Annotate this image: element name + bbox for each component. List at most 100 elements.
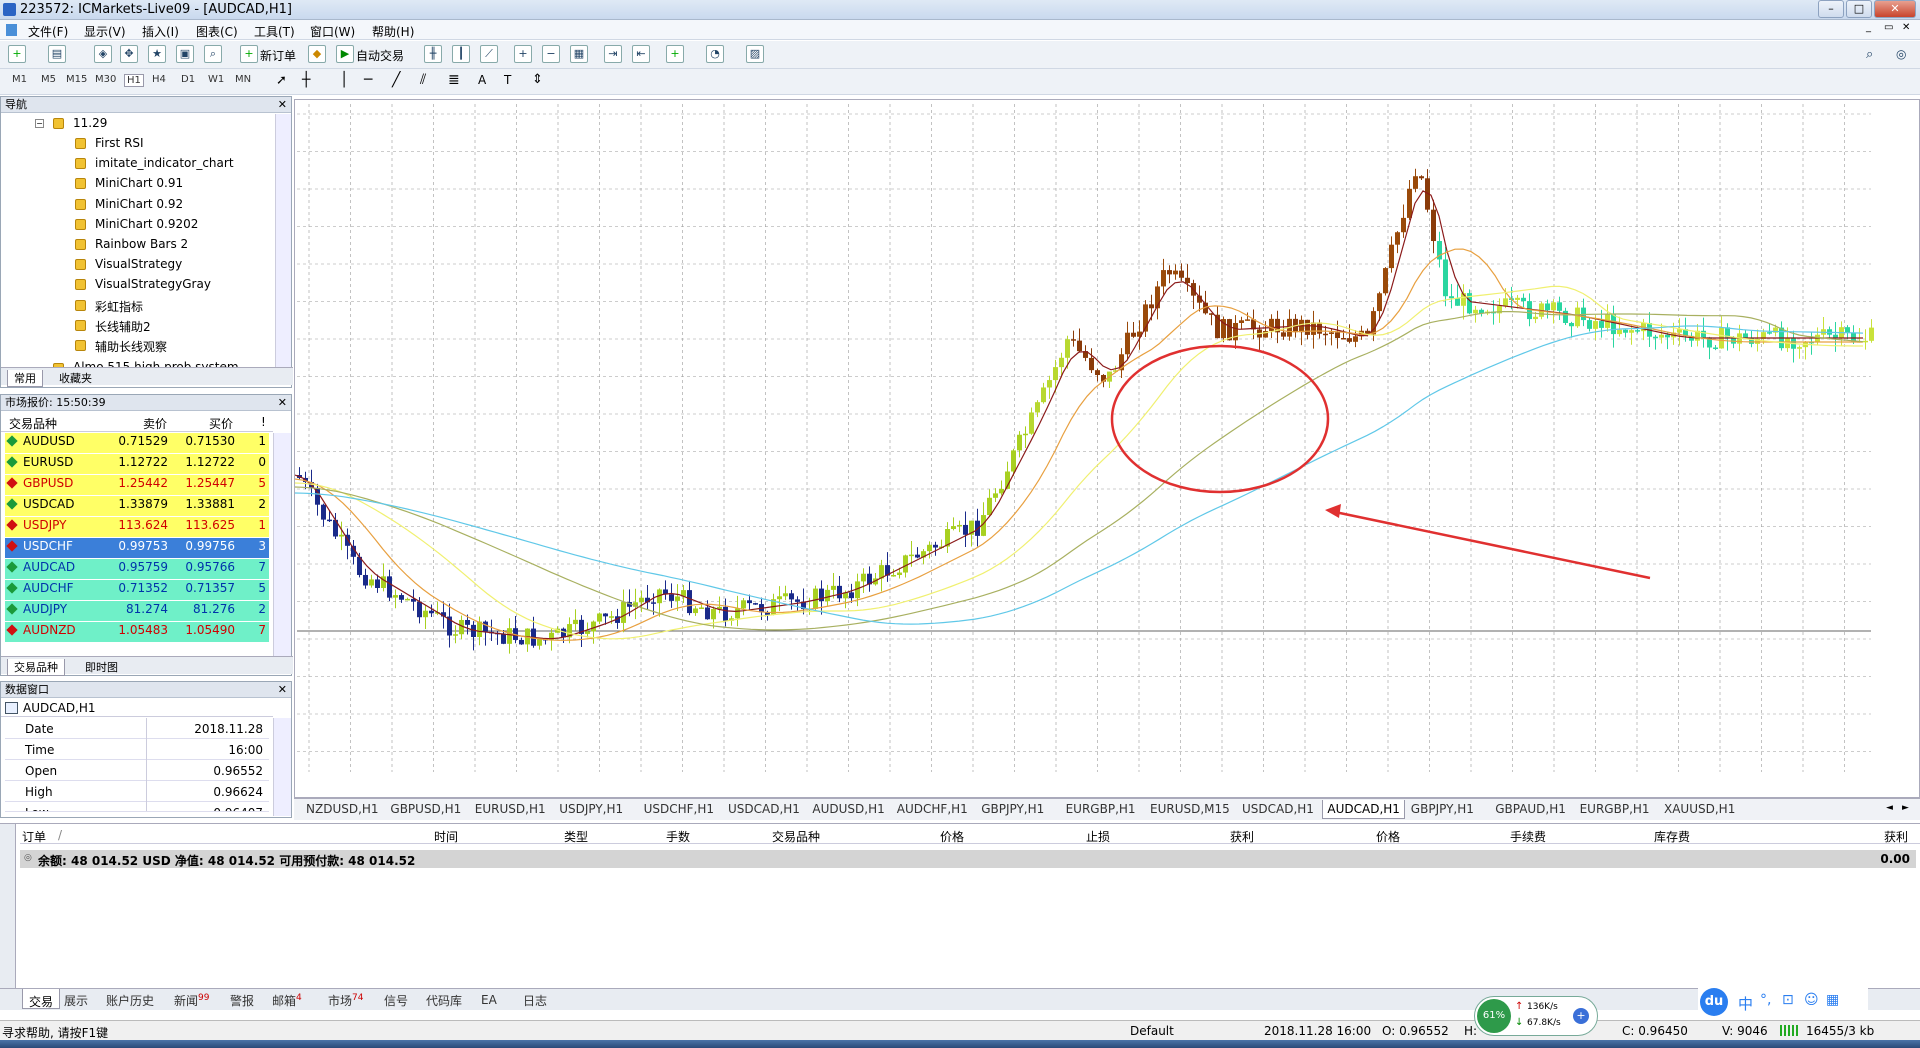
chart-tab[interactable]: USDJPY,H1 <box>555 802 627 816</box>
chart-shift-icon[interactable]: ⇤ <box>632 45 650 63</box>
terminal-tab[interactable]: 新闻99 <box>174 992 209 1009</box>
tf-m5[interactable]: M5 <box>41 74 56 85</box>
menu-window[interactable]: 窗口(W) <box>310 23 355 40</box>
chart-tab[interactable]: EURGBP,H1 <box>1576 802 1654 816</box>
tf-h1[interactable]: H1 <box>124 74 144 87</box>
cursor-icon[interactable]: ➚ <box>276 73 287 88</box>
text-icon[interactable]: A <box>478 73 486 87</box>
terminal-tab[interactable]: 代码库 <box>426 992 462 1009</box>
close-icon[interactable]: ✕ <box>278 682 287 698</box>
chart-tab[interactable]: AUDCAD,H1 <box>1322 800 1405 819</box>
signal-icon[interactable]: ◎ <box>1896 47 1906 61</box>
market-row[interactable]: AUDCHF 0.71352 0.71357 5 <box>5 580 269 600</box>
trendline-icon[interactable]: ╱ <box>392 72 400 88</box>
menu-insert[interactable]: 插入(I) <box>142 23 179 40</box>
tab-scroll-left-icon[interactable]: ◄ <box>1886 803 1893 813</box>
col-symbol[interactable]: 交易品种 <box>772 828 820 845</box>
chart-tab[interactable]: GBPAUD,H1 <box>1491 802 1570 816</box>
tf-w1[interactable]: W1 <box>208 74 224 85</box>
nav-item[interactable]: Rainbow Bars 2 <box>95 237 188 251</box>
indicators-icon[interactable]: + <box>666 45 684 63</box>
nav-item[interactable]: MiniChart 0.92 <box>95 197 183 211</box>
menu-charts[interactable]: 图表(C) <box>196 23 238 40</box>
terminal-tab[interactable]: 警报 <box>230 992 254 1009</box>
terminal-tab[interactable]: 邮箱4 <box>272 992 302 1009</box>
terminal-tab[interactable]: 日志 <box>523 992 547 1009</box>
chart-tab[interactable]: USDCAD,H1 <box>724 802 804 816</box>
bar-chart-icon[interactable]: ╫ <box>424 45 442 63</box>
tile-windows-icon[interactable]: ▦ <box>570 45 588 63</box>
ime-lang[interactable]: 中 <box>1738 993 1753 1014</box>
col-sl[interactable]: 止损 <box>1086 828 1110 845</box>
navigator-icon[interactable]: ★ <box>148 45 166 63</box>
menu-tools[interactable]: 工具(T) <box>254 23 295 40</box>
tf-d1[interactable]: D1 <box>181 74 195 85</box>
profiles-icon[interactable]: ▤ <box>48 45 66 63</box>
nav-item[interactable]: MiniChart 0.91 <box>95 176 183 190</box>
col-price2[interactable]: 价格 <box>1376 828 1400 845</box>
nav-item[interactable]: imitate_indicator_chart <box>95 156 234 170</box>
chart-tab[interactable]: XAUUSD,H1 <box>1660 802 1739 816</box>
col-profit[interactable]: 获利 <box>1884 828 1908 845</box>
nav-folder-label[interactable]: 11.29 <box>73 116 107 130</box>
col-ask[interactable]: 买价 <box>209 415 233 432</box>
market-row[interactable]: AUDCAD 0.95759 0.95766 7 <box>5 559 269 579</box>
menu-view[interactable]: 显示(V) <box>84 23 126 40</box>
market-watch-icon[interactable]: ◈ <box>94 45 112 63</box>
new-order-button[interactable]: 新订单 <box>260 47 296 64</box>
terminal-tab[interactable]: 账户历史 <box>106 992 154 1009</box>
auto-scroll-icon[interactable]: ⇥ <box>604 45 622 63</box>
terminal-tab[interactable]: 信号 <box>384 992 408 1009</box>
col-symbol[interactable]: 交易品种 <box>9 415 57 432</box>
menu-file[interactable]: 文件(F) <box>28 23 68 40</box>
chart-tab[interactable]: GBPJPY,H1 <box>977 802 1048 816</box>
navigator-scrollbar[interactable] <box>275 114 291 372</box>
horizontal-line-icon[interactable]: ─ <box>364 72 372 88</box>
new-order-icon[interactable]: + <box>240 45 258 63</box>
chart-tab[interactable]: USDCHF,H1 <box>640 802 718 816</box>
maximize-button[interactable]: □ <box>1846 0 1872 18</box>
candlestick-icon[interactable]: ┃ <box>452 45 470 63</box>
market-row[interactable]: USDCHF 0.99753 0.99756 3 <box>5 538 269 558</box>
tab-common[interactable]: 常用 <box>7 370 43 387</box>
col-order[interactable]: 订单 <box>22 828 46 845</box>
crosshair-icon[interactable]: ┼ <box>302 72 310 88</box>
grid-menu-icon[interactable]: ▦ <box>1826 992 1839 1008</box>
tab-favorites[interactable]: 收藏夹 <box>59 370 92 386</box>
tf-m30[interactable]: M30 <box>95 74 116 85</box>
fibonacci-icon[interactable]: ≣ <box>448 72 460 88</box>
tab-tick-chart[interactable]: 即时图 <box>85 659 118 675</box>
chart-tab[interactable]: USDCAD,H1 <box>1238 802 1318 816</box>
tf-m15[interactable]: M15 <box>66 74 87 85</box>
chart-tab[interactable]: AUDUSD,H1 <box>808 802 888 816</box>
col-bid[interactable]: 卖价 <box>143 415 167 432</box>
close-icon[interactable]: ✕ <box>278 97 287 113</box>
col-tp[interactable]: 获利 <box>1230 828 1254 845</box>
chart-tab[interactable]: EURGBP,H1 <box>1062 802 1140 816</box>
mdi-restore-button[interactable]: ▭ <box>1884 22 1893 33</box>
chart-tab[interactable]: EURUSD,H1 <box>471 802 550 816</box>
tf-mn[interactable]: MN <box>235 74 251 85</box>
market-row[interactable]: AUDNZD 1.05483 1.05490 7 <box>5 622 269 642</box>
tester-icon[interactable]: ⌕ <box>204 45 222 63</box>
col-spread[interactable]: ! <box>261 415 266 429</box>
nav-item[interactable]: First RSI <box>95 136 144 150</box>
chart-area[interactable] <box>294 99 1920 798</box>
close-icon[interactable]: ✕ <box>278 395 287 411</box>
nav-item[interactable]: 辅助长线观察 <box>95 338 167 355</box>
metaeditor-icon[interactable]: ◆ <box>308 45 326 63</box>
add-icon[interactable]: + <box>1573 1008 1589 1024</box>
zoom-out-icon[interactable]: − <box>542 45 560 63</box>
market-row[interactable]: USDJPY 113.624 113.625 1 <box>5 517 269 537</box>
market-row[interactable]: AUDJPY 81.274 81.276 2 <box>5 601 269 621</box>
periods-icon[interactable]: ◔ <box>706 45 724 63</box>
col-type[interactable]: 类型 <box>564 828 588 845</box>
col-volume[interactable]: 手数 <box>666 828 690 845</box>
baidu-ime-badge[interactable]: du <box>1700 988 1728 1016</box>
templates-icon[interactable]: ▨ <box>746 45 764 63</box>
terminal-tab[interactable]: EA <box>481 992 497 1007</box>
chart-tab[interactable]: GBPJPY,H1 <box>1407 802 1478 816</box>
nav-item[interactable]: VisualStrategy <box>95 257 182 271</box>
zoom-in-icon[interactable]: + <box>514 45 532 63</box>
data-window-icon[interactable]: ✥ <box>120 45 138 63</box>
